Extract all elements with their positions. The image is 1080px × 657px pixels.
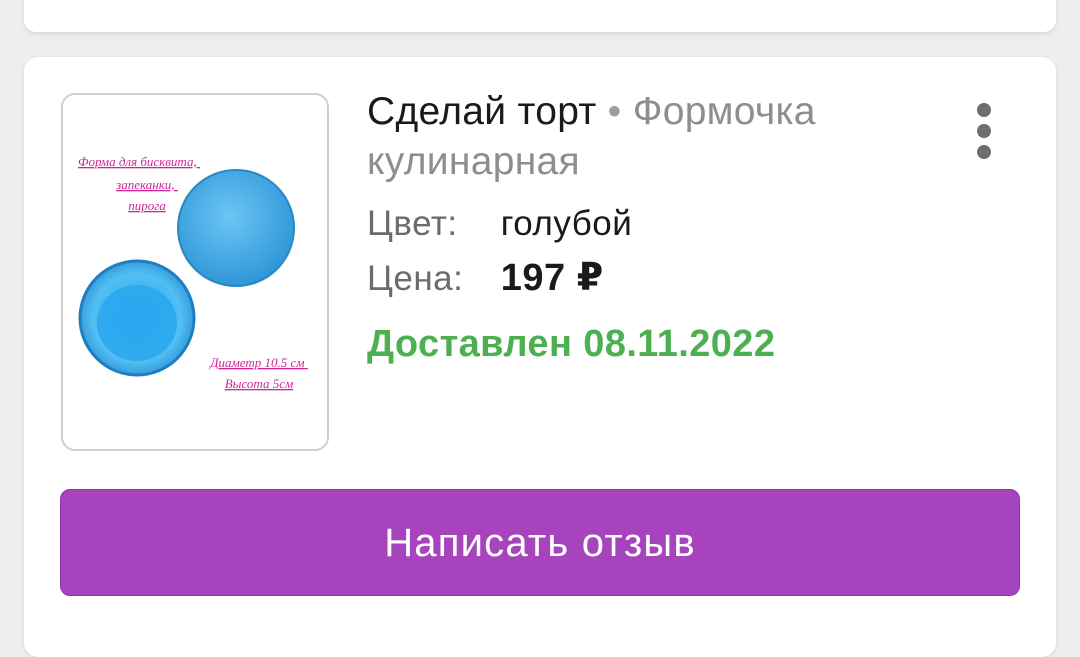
price-row: Цена: 197 ₽ — [367, 256, 604, 301]
more-options-icon[interactable] — [968, 101, 1000, 161]
lid-shape — [177, 169, 295, 287]
brand-name: Сделай торт — [367, 90, 597, 133]
order-item-card: Форма для бисквита, запеканки, пирога Ди… — [24, 57, 1056, 657]
image-caption-line-1: Форма для бисквита, — [78, 154, 197, 169]
image-caption-line-4: Диаметр 10.5 см — [208, 355, 304, 370]
product-photo: Форма для бисквита, запеканки, пирога Ди… — [78, 154, 308, 391]
svg-text:Форма для бисквита, за: Форма для бисквита, запеканки, пирога — [78, 154, 200, 213]
menu-dot — [977, 124, 991, 138]
price-value: 197 ₽ — [500, 257, 604, 299]
color-row: Цвет: голубой — [367, 202, 632, 246]
delivery-status: Доставлен 08.11.2022 — [367, 323, 776, 365]
previous-order-card — [24, 0, 1056, 32]
title-separator: • — [607, 90, 622, 133]
menu-dot — [977, 145, 991, 159]
product-image[interactable]: Форма для бисквита, запеканки, пирога Ди… — [61, 93, 329, 451]
menu-dot — [977, 103, 991, 117]
price-label: Цена: — [367, 259, 464, 298]
svg-text:Диаметр 10.5 см Высота: Диаметр 10.5 см Высота 5см — [208, 355, 308, 391]
product-title[interactable]: Сделай торт • Формочка кулинарная — [367, 87, 927, 187]
image-caption-line-3: пирога — [128, 198, 166, 213]
image-caption-line-5: Высота 5см — [225, 376, 294, 391]
image-caption-line-2: запеканки, — [115, 177, 174, 192]
color-label: Цвет: — [367, 204, 458, 243]
write-review-button[interactable]: Написать отзыв — [60, 489, 1020, 596]
color-value: голубой — [500, 204, 633, 243]
